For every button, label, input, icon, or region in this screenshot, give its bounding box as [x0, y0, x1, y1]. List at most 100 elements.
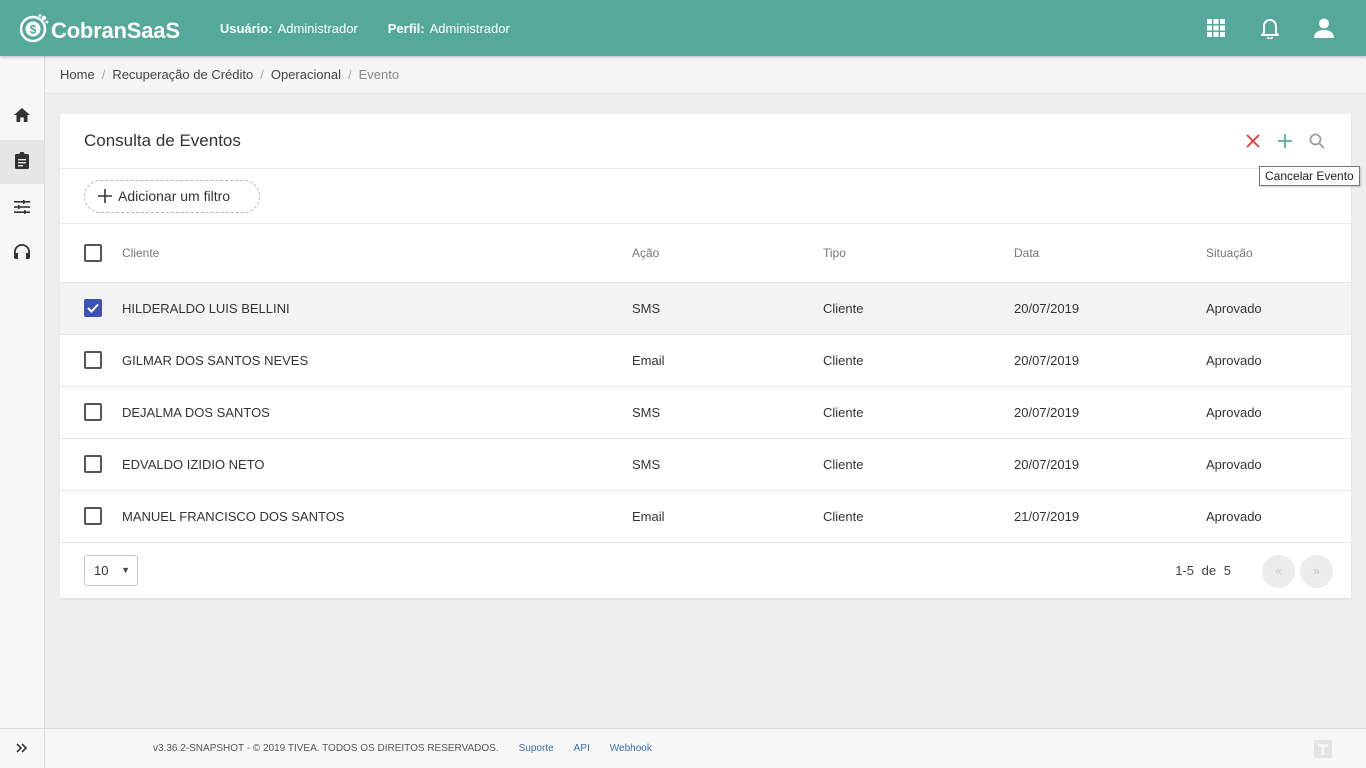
pagination-range: 1-5 [1175, 562, 1195, 578]
cell-data: 20/07/2019 [1014, 334, 1206, 387]
column-header-data[interactable]: Data [1014, 224, 1206, 283]
column-header-tipo[interactable]: Tipo [823, 224, 1014, 283]
headset-icon [14, 244, 30, 262]
page-size-value: 10 [94, 563, 109, 578]
cell-acao: Email [632, 334, 823, 387]
search-icon [1309, 133, 1325, 149]
cell-cliente: GILMAR DOS SANTOS NEVES [122, 334, 632, 387]
select-all-checkbox[interactable] [84, 243, 102, 262]
cell-data: 20/07/2019 [1014, 282, 1206, 335]
column-header-cliente[interactable]: Cliente [122, 224, 632, 283]
table-footer: 10 ▼ 1-5 de 5 « » [60, 543, 1351, 599]
apps-grid-icon[interactable] [1204, 16, 1228, 40]
footer-link-webhook[interactable]: Webhook [610, 743, 652, 754]
breadcrumb-recuperacao[interactable]: Recuperação de Crédito [112, 67, 253, 82]
pagination-total: 5 [1223, 562, 1231, 578]
profile-label: Perfil: [387, 20, 425, 36]
user-value: Administrador [277, 20, 358, 36]
close-icon [1246, 134, 1260, 148]
row-checkbox[interactable] [84, 455, 102, 473]
cell-tipo: Cliente [823, 386, 1014, 439]
cell-situacao: Aprovado [1206, 386, 1351, 439]
version-text: v3.36.2-SNAPSHOT - © 2019 TIVEA. TODOS O… [153, 743, 499, 754]
cancel-event-tooltip: Cancelar Evento [1259, 166, 1360, 186]
table-row[interactable]: DEJALMA DOS SANTOS SMS Cliente 20/07/201… [60, 386, 1351, 439]
sidebar [0, 56, 45, 768]
breadcrumb-evento: Evento [358, 67, 400, 82]
cell-situacao: Aprovado [1206, 490, 1351, 543]
chevron-double-right-icon [16, 741, 28, 756]
breadcrumb-home[interactable]: Home [60, 67, 95, 82]
add-filter-label: Adicionar um filtro [118, 188, 231, 204]
column-header-situacao[interactable]: Situação [1206, 224, 1351, 283]
row-checkbox[interactable] [84, 351, 102, 369]
footer-link-api[interactable]: API [574, 743, 590, 754]
cell-cliente: EDVALDO IZIDIO NETO [122, 438, 632, 491]
tivea-logo-icon [1313, 739, 1333, 759]
table-row[interactable]: HILDERALDO LUIS BELLINI SMS Cliente 20/0… [60, 282, 1351, 335]
logo-text: CobranSaaS [51, 18, 180, 43]
events-table: Cliente Ação Tipo Data Situação HILDERAL… [60, 224, 1351, 543]
cell-situacao: Aprovado [1206, 334, 1351, 387]
cell-tipo: Cliente [823, 438, 1014, 491]
table-row[interactable]: EDVALDO IZIDIO NETO SMS Cliente 20/07/20… [60, 438, 1351, 491]
sidebar-item-home[interactable] [0, 94, 44, 138]
prev-page-button[interactable]: « [1262, 554, 1295, 588]
breadcrumb-separator: / [260, 67, 264, 82]
plus-icon [1278, 134, 1292, 148]
sidebar-item-support[interactable] [0, 231, 44, 275]
events-card: Consulta de Eventos Adicionar um filtro [60, 114, 1351, 598]
cell-tipo: Cliente [823, 282, 1014, 335]
add-filter-button[interactable]: Adicionar um filtro [84, 179, 260, 213]
row-checkbox[interactable] [84, 403, 102, 421]
cancel-event-button[interactable] [1241, 129, 1265, 153]
account-icon[interactable] [1312, 16, 1336, 40]
table-row[interactable]: MANUEL FRANCISCO DOS SANTOS Email Client… [60, 490, 1351, 543]
cell-data: 20/07/2019 [1014, 386, 1206, 439]
logo-coin-icon: $ [19, 13, 49, 43]
cell-data: 20/07/2019 [1014, 438, 1206, 491]
sliders-icon [14, 199, 30, 217]
cell-situacao: Aprovado [1206, 438, 1351, 491]
search-button[interactable] [1305, 129, 1329, 153]
page-size-select[interactable]: 10 ▼ [84, 555, 138, 586]
cell-cliente: MANUEL FRANCISCO DOS SANTOS [122, 490, 632, 543]
home-icon [14, 107, 30, 125]
bell-icon[interactable] [1258, 16, 1282, 40]
sidebar-item-config[interactable] [0, 186, 44, 230]
footer-link-suporte[interactable]: Suporte [519, 743, 554, 754]
cell-cliente: HILDERALDO LUIS BELLINI [122, 282, 632, 335]
table-header-row: Cliente Ação Tipo Data Situação [60, 224, 1351, 283]
cell-acao: SMS [632, 282, 823, 335]
cell-acao: Email [632, 490, 823, 543]
breadcrumb-separator: / [347, 67, 352, 82]
sidebar-item-operacional[interactable] [0, 140, 44, 184]
cell-data: 21/07/2019 [1014, 490, 1206, 543]
cell-tipo: Cliente [823, 490, 1014, 543]
footer: v3.36.2-SNAPSHOT - © 2019 TIVEA. TODOS O… [45, 728, 1366, 768]
check-icon [87, 303, 99, 313]
breadcrumb: Home / Recuperação de Crédito / Operacio… [45, 56, 1366, 94]
caret-down-icon: ▼ [121, 565, 130, 575]
user-label: Usuário: [219, 20, 273, 36]
row-checkbox[interactable] [84, 507, 102, 525]
pagination-info: 1-5 de 5 [1175, 563, 1231, 578]
logo[interactable]: $ CobranSaaS [19, 12, 180, 44]
table-row[interactable]: GILMAR DOS SANTOS NEVES Email Cliente 20… [60, 334, 1351, 387]
breadcrumb-operacional[interactable]: Operacional [271, 67, 341, 82]
page-title: Consulta de Eventos [84, 131, 241, 150]
add-event-button[interactable] [1273, 129, 1297, 153]
cell-acao: SMS [632, 438, 823, 491]
cell-acao: SMS [632, 386, 823, 439]
svg-text:$: $ [30, 23, 37, 37]
cell-cliente: DEJALMA DOS SANTOS [122, 386, 632, 439]
session-info: Usuário: Administrador Perfil: Administr… [220, 21, 540, 36]
column-header-acao[interactable]: Ação [632, 224, 823, 283]
cell-tipo: Cliente [823, 334, 1014, 387]
row-checkbox[interactable] [84, 299, 102, 317]
sidebar-toggle-button[interactable] [0, 728, 44, 768]
top-bar: $ CobranSaaS Usuário: Administrador Perf… [0, 0, 1366, 56]
cell-situacao: Aprovado [1206, 282, 1351, 335]
next-page-button[interactable]: » [1300, 554, 1333, 588]
breadcrumb-separator: / [101, 67, 106, 82]
